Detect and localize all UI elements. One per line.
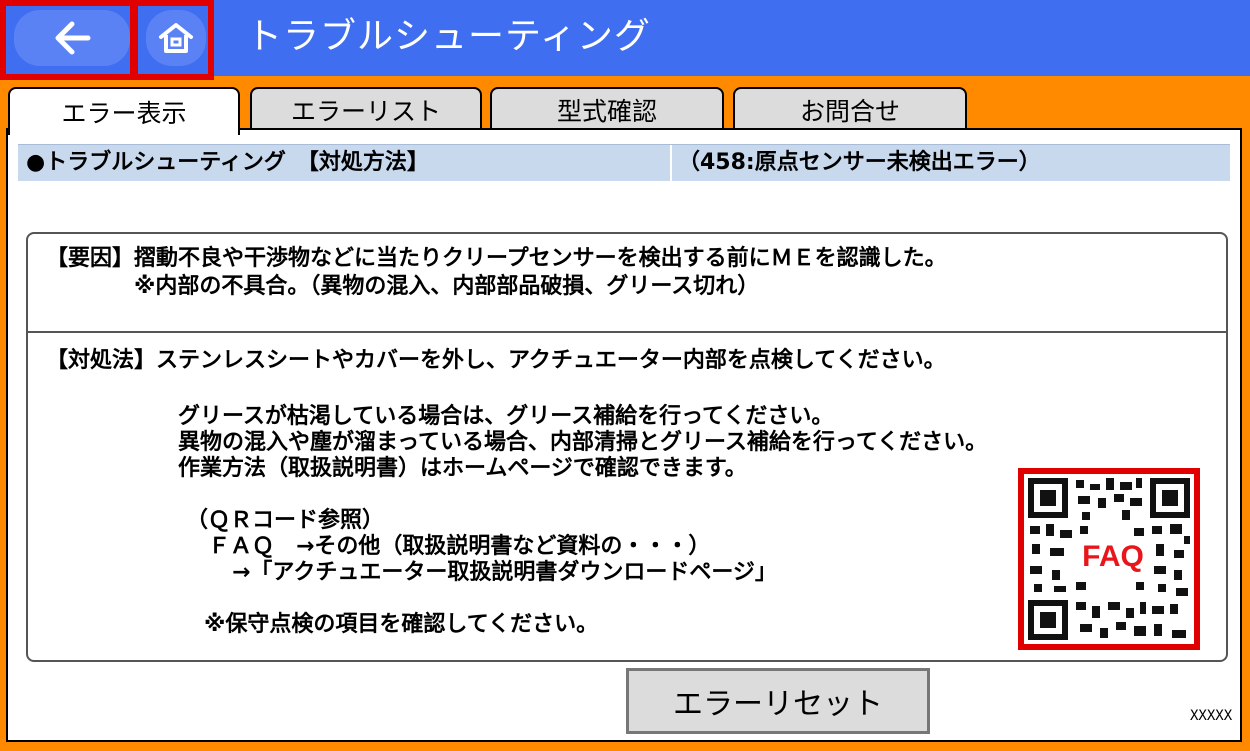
tab-contact[interactable]: お問合せ: [733, 87, 967, 131]
cause-line-2: ※内部の不具合。（異物の混入、内部部品破損、グリース切れ）: [46, 274, 760, 299]
section-header: ●トラブルシューティング 【対処方法】 （458:原点センサー未検出エラー）: [18, 144, 1230, 181]
version-label: XXXXX: [1190, 708, 1233, 724]
remedy-line-1: 【対処法】ステンレスシートやカバーを外し、アクチュエーター内部を点検してください…: [46, 348, 946, 373]
error-code-label: （458:原点センサー未検出エラー）: [678, 150, 1041, 175]
page-title: トラブルシューティング: [246, 16, 651, 57]
section-separator: [670, 145, 672, 181]
section-divider: [28, 331, 1226, 333]
nav-highlight-frame: [0, 0, 214, 80]
error-reset-button[interactable]: エラーリセット: [626, 668, 930, 734]
nav-highlight-divider: [130, 0, 138, 74]
qr-faq-label: FAQ: [1082, 540, 1144, 573]
main-panel: ●トラブルシューティング 【対処方法】 （458:原点センサー未検出エラー） 【…: [6, 128, 1242, 742]
section-title: ●トラブルシューティング 【対処方法】: [26, 150, 429, 175]
tab-error-list[interactable]: エラーリスト: [250, 87, 482, 131]
tab-error-display[interactable]: エラー表示: [8, 87, 240, 135]
qr-code-frame: FAQ: [1018, 468, 1200, 650]
remedy-line-7: →「アクチュエーター取扱説明書ダウンロードページ」: [232, 560, 777, 585]
tab-model-check[interactable]: 型式確認: [490, 87, 724, 131]
remedy-line-8: ※保守点検の項目を確認してください。: [204, 612, 599, 637]
remedy-line-4: 作業方法（取扱説明書）はホームページで確認できます。: [178, 456, 747, 481]
